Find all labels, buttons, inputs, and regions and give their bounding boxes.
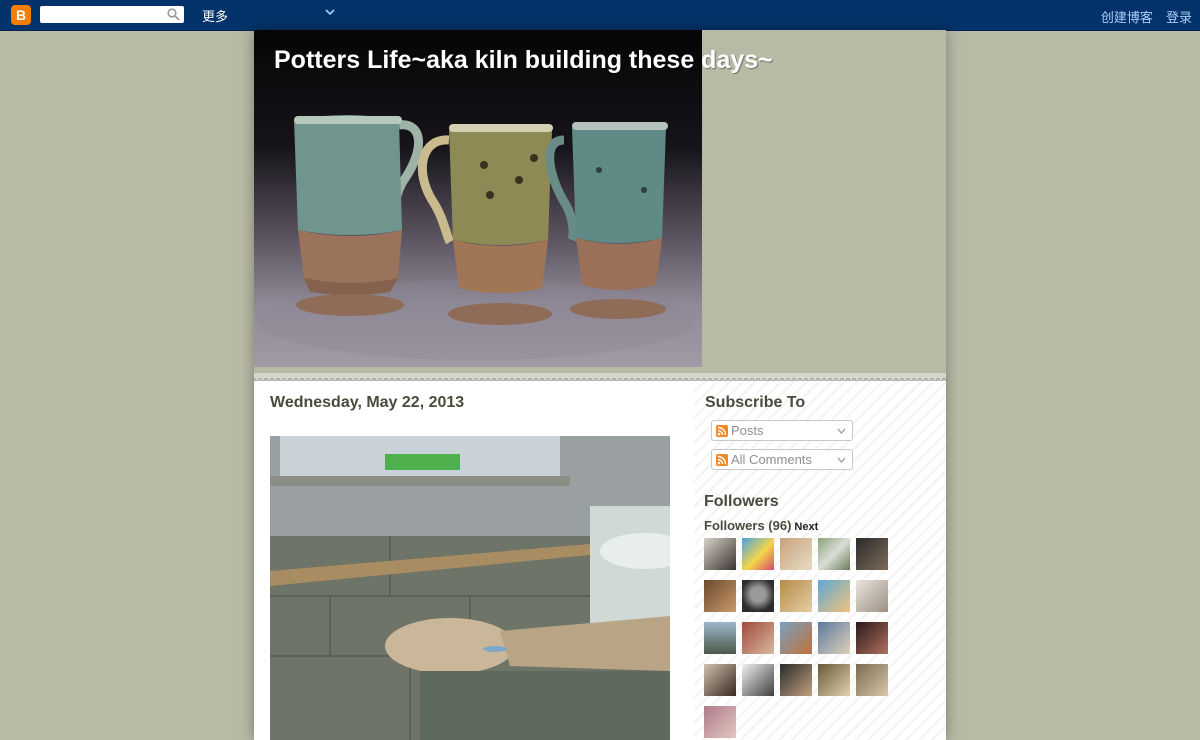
follower-avatar[interactable] <box>818 622 850 654</box>
follower-avatar[interactable] <box>704 622 736 654</box>
follower-avatar[interactable] <box>742 538 774 570</box>
posts-feed-dropdown[interactable]: Posts <box>711 420 853 441</box>
comments-feed-dropdown[interactable]: All Comments <box>711 449 853 470</box>
follower-avatar[interactable] <box>742 622 774 654</box>
login-link[interactable]: 登录 <box>1166 11 1192 26</box>
comments-feed-label: All Comments <box>731 452 812 467</box>
nav-right-links: 创建博客 登录 <box>1092 7 1192 26</box>
followers-title: Followers <box>704 493 779 510</box>
sidebar: Subscribe To Posts All Comments Follower… <box>694 381 946 740</box>
blog-header: Potters Life~aka kiln building these day… <box>254 30 946 373</box>
blogger-logo-icon[interactable]: B <box>11 5 31 25</box>
blog-title-link[interactable]: Potters Life~aka kiln building these day… <box>274 46 773 75</box>
follower-avatar[interactable] <box>818 664 850 696</box>
follower-avatar[interactable] <box>780 622 812 654</box>
subscribe-title: Subscribe To <box>705 394 806 411</box>
follower-avatar[interactable] <box>742 580 774 612</box>
follower-avatar[interactable] <box>780 664 812 696</box>
follower-avatar[interactable] <box>704 580 736 612</box>
blogger-navbar: B 更多 创建博客 登录 <box>0 0 1200 31</box>
search-input[interactable] <box>40 6 184 23</box>
followers-next-link[interactable]: Next <box>794 521 818 533</box>
header-divider <box>254 373 946 386</box>
followers-count-label: Followers (96) <box>704 518 792 533</box>
rss-icon <box>716 454 728 466</box>
follower-avatar[interactable] <box>704 664 736 696</box>
post-date-header: Wednesday, May 22, 2013 <box>270 394 465 411</box>
followers-count: Followers (96) Next <box>704 518 818 533</box>
follower-avatar[interactable] <box>856 622 888 654</box>
main-content: Wednesday, May 22, 2013 Subscribe To Pos… <box>254 381 946 740</box>
follower-avatar[interactable] <box>856 664 888 696</box>
follower-avatar[interactable] <box>780 538 812 570</box>
post-photo[interactable] <box>270 436 670 740</box>
chevron-down-icon <box>837 428 846 434</box>
follower-avatar[interactable] <box>780 580 812 612</box>
follower-avatar[interactable] <box>704 538 736 570</box>
header-mugs-photo <box>254 30 702 367</box>
follower-avatar[interactable] <box>742 664 774 696</box>
more-menu-button[interactable]: 更多 <box>202 6 228 25</box>
create-blog-link[interactable]: 创建博客 <box>1101 11 1153 26</box>
page-column: Potters Life~aka kiln building these day… <box>254 30 946 740</box>
chevron-down-icon[interactable] <box>325 9 335 16</box>
chevron-down-icon <box>837 457 846 463</box>
follower-avatar[interactable] <box>856 538 888 570</box>
follower-avatar[interactable] <box>856 580 888 612</box>
posts-feed-label: Posts <box>731 423 764 438</box>
rss-icon <box>716 425 728 437</box>
follower-avatar[interactable] <box>704 706 736 738</box>
search-icon[interactable] <box>167 8 180 21</box>
follower-avatar[interactable] <box>818 538 850 570</box>
follower-avatar[interactable] <box>818 580 850 612</box>
